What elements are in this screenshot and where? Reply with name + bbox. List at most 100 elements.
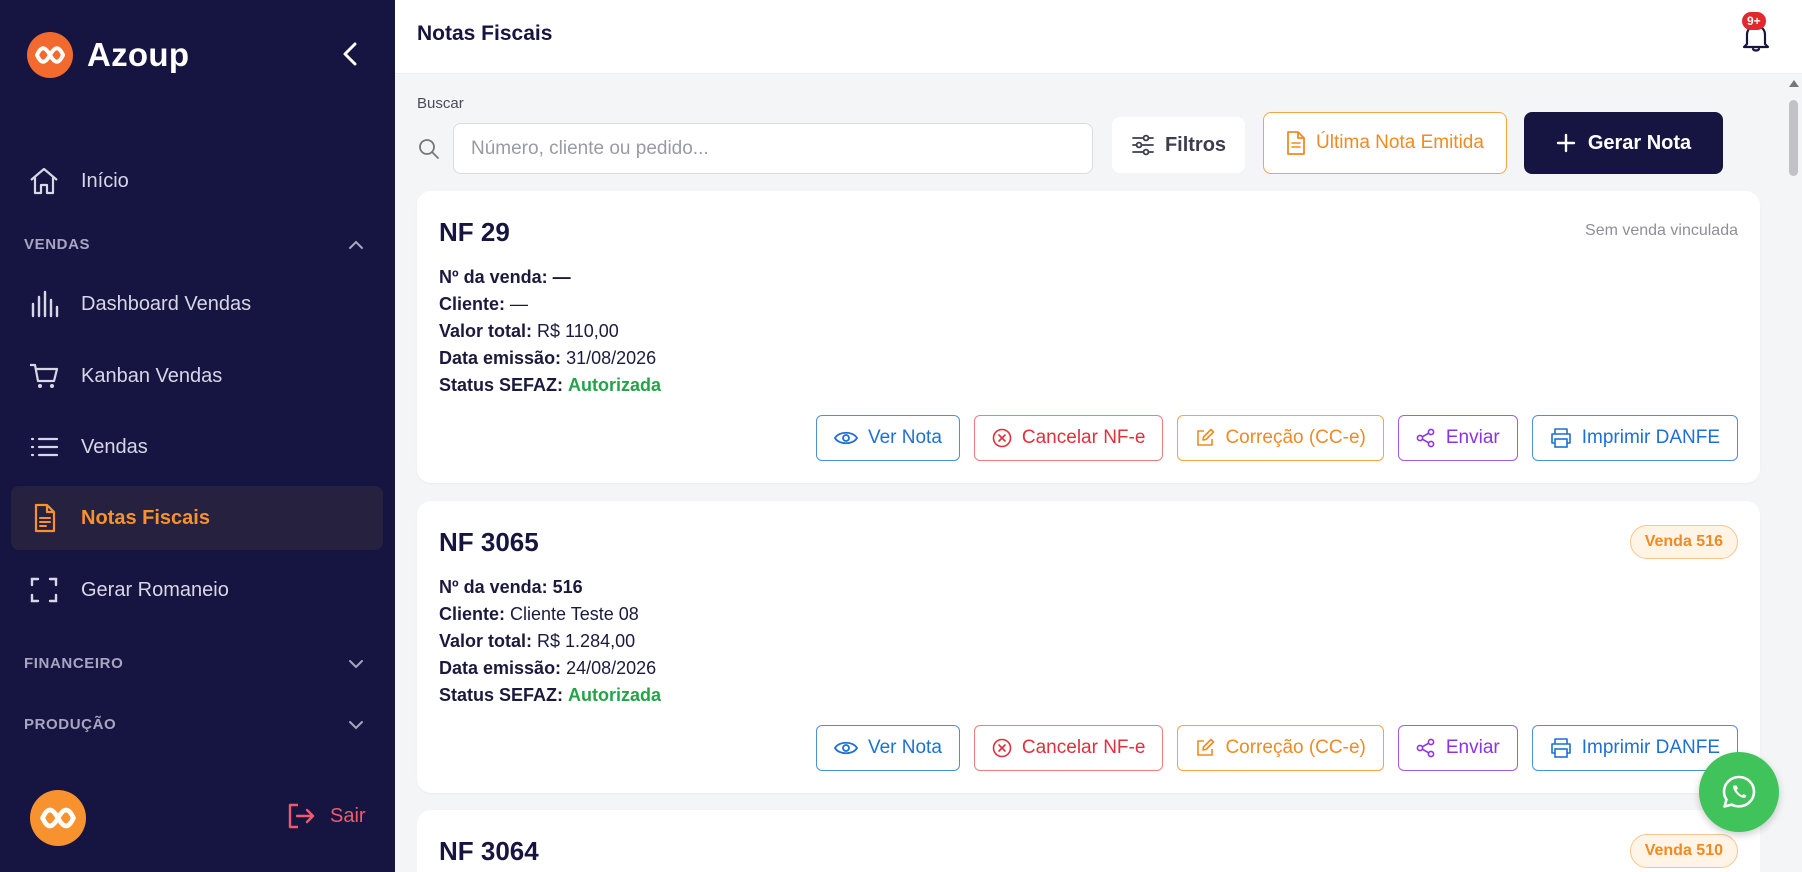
sidebar-item-gerar-romaneio[interactable]: Gerar Romaneio xyxy=(11,558,383,622)
user-avatar[interactable] xyxy=(30,790,86,846)
invoice-card: NF 3064 Venda 510 xyxy=(417,810,1760,872)
sidebar-item-kanban-vendas[interactable]: Kanban Vendas xyxy=(11,344,383,408)
sidebar-item-label: Kanban Vendas xyxy=(81,364,223,387)
field-sale-no: Nº da venda: 516 xyxy=(439,577,583,597)
section-producao[interactable]: PRODUÇÃO xyxy=(24,716,364,733)
eye-icon xyxy=(833,431,858,445)
document-icon xyxy=(28,502,60,534)
view-note-button[interactable]: Ver Nota xyxy=(815,725,960,771)
field-issue-date: Data emissão: 31/08/2026 xyxy=(439,348,657,368)
printer-icon xyxy=(1550,428,1571,448)
list-icon xyxy=(28,431,60,463)
search-label: Buscar xyxy=(417,95,464,112)
status-badge: Autorizada xyxy=(568,685,662,705)
chevron-down-icon xyxy=(349,720,363,729)
share-icon xyxy=(1416,428,1435,448)
sidebar: Azoup Início VENDAS Dashboard Vendas Kan… xyxy=(0,0,395,872)
sidebar-item-vendas[interactable]: Vendas xyxy=(11,415,383,479)
edit-icon xyxy=(1197,738,1215,756)
invoice-actions: Ver Nota Cancelar NF-e Correção (CC-e) E… xyxy=(815,725,1738,771)
last-note-label: Última Nota Emitida xyxy=(1316,132,1484,153)
brand-logo-icon xyxy=(27,32,73,78)
field-total: Valor total: R$ 110,00 xyxy=(439,321,619,341)
search-icon xyxy=(417,137,441,166)
sliders-icon xyxy=(1132,134,1154,156)
chevron-left-icon xyxy=(343,42,357,66)
sale-link-badge[interactable]: Venda 510 xyxy=(1629,834,1738,868)
send-button[interactable]: Enviar xyxy=(1397,725,1518,771)
scrollbar-thumb[interactable] xyxy=(1789,100,1798,176)
sidebar-item-dashboard-vendas[interactable]: Dashboard Vendas xyxy=(11,272,383,336)
sidebar-item-notas-fiscais[interactable]: Notas Fiscais xyxy=(11,486,383,550)
section-label: PRODUÇÃO xyxy=(24,716,117,733)
chevron-up-icon xyxy=(349,240,363,249)
plus-icon xyxy=(1556,133,1576,153)
whatsapp-button[interactable] xyxy=(1699,752,1779,832)
sidebar-item-inicio[interactable]: Início xyxy=(11,149,383,213)
field-client: Cliente: Cliente Teste 08 xyxy=(439,604,639,624)
brand-name: Azoup xyxy=(87,36,190,73)
printer-icon xyxy=(1550,738,1571,758)
send-button[interactable]: Enviar xyxy=(1397,415,1518,461)
logout-label: Sair xyxy=(330,804,366,827)
invoice-title: NF 3065 xyxy=(439,527,539,557)
x-circle-icon xyxy=(992,738,1012,758)
sidebar-item-label: Notas Fiscais xyxy=(81,506,210,529)
scroll-up-arrow-icon[interactable] xyxy=(1789,80,1799,87)
search-input[interactable] xyxy=(453,123,1093,174)
correction-button[interactable]: Correção (CC-e) xyxy=(1177,725,1384,771)
eye-icon xyxy=(833,741,858,755)
brand[interactable]: Azoup xyxy=(27,32,189,78)
section-financeiro[interactable]: FINANCEIRO xyxy=(24,655,364,672)
cancel-nfe-button[interactable]: Cancelar NF-e xyxy=(973,415,1164,461)
print-danfe-button[interactable]: Imprimir DANFE xyxy=(1531,415,1738,461)
x-circle-icon xyxy=(992,428,1012,448)
document-icon xyxy=(1287,131,1305,155)
topbar: Notas Fiscais 9+ xyxy=(395,0,1802,74)
sale-link-badge[interactable]: Venda 516 xyxy=(1629,525,1738,559)
sidebar-item-label: Início xyxy=(81,169,129,192)
field-sale-no: Nº da venda: — xyxy=(439,267,571,287)
notifications-badge: 9+ xyxy=(1742,12,1766,30)
filters-label: Filtros xyxy=(1164,133,1227,156)
bar-chart-icon xyxy=(28,288,60,320)
field-issue-date: Data emissão: 24/08/2026 xyxy=(439,658,657,678)
invoice-card: NF 3065 Venda 516 Nº da venda: 516 Clien… xyxy=(417,501,1760,793)
home-icon xyxy=(28,165,60,197)
sidebar-item-label: Vendas xyxy=(81,435,148,458)
page-title: Notas Fiscais xyxy=(417,22,553,45)
edit-icon xyxy=(1197,428,1215,446)
field-client: Cliente: — xyxy=(439,294,529,314)
collapse-sidebar-button[interactable] xyxy=(336,40,364,68)
share-icon xyxy=(1416,738,1435,758)
sidebar-item-label: Gerar Romaneio xyxy=(81,578,229,601)
print-danfe-button[interactable]: Imprimir DANFE xyxy=(1531,725,1738,771)
chevron-down-icon xyxy=(349,659,363,668)
cancel-nfe-button[interactable]: Cancelar NF-e xyxy=(973,725,1164,771)
filters-button[interactable]: Filtros xyxy=(1112,117,1245,173)
last-note-button[interactable]: Última Nota Emitida xyxy=(1263,112,1507,174)
field-status: Status SEFAZ: Autorizada xyxy=(439,375,662,395)
correction-button[interactable]: Correção (CC-e) xyxy=(1177,415,1384,461)
invoice-title: NF 3064 xyxy=(439,836,539,866)
invoice-card: NF 29 Sem venda vinculada Nº da venda: —… xyxy=(417,191,1760,483)
status-badge: Autorizada xyxy=(568,375,662,395)
view-note-button[interactable]: Ver Nota xyxy=(815,415,960,461)
logout-icon xyxy=(288,803,315,829)
whatsapp-icon xyxy=(1722,775,1756,808)
field-status: Status SEFAZ: Autorizada xyxy=(439,685,662,705)
section-label: VENDAS xyxy=(24,236,91,253)
invoice-actions: Ver Nota Cancelar NF-e Correção (CC-e) E… xyxy=(815,415,1738,461)
invoice-tag: Sem venda vinculada xyxy=(1585,222,1738,239)
scrollbar[interactable] xyxy=(1785,78,1802,872)
generate-note-button[interactable]: Gerar Nota xyxy=(1524,112,1723,174)
cart-icon xyxy=(28,360,60,392)
field-total: Valor total: R$ 1.284,00 xyxy=(439,631,636,651)
section-vendas[interactable]: VENDAS xyxy=(24,236,364,253)
logout-button[interactable]: Sair xyxy=(286,802,366,830)
logo-icon xyxy=(40,807,76,829)
scan-icon xyxy=(28,574,60,606)
section-label: FINANCEIRO xyxy=(24,655,124,672)
sidebar-item-label: Dashboard Vendas xyxy=(81,292,252,315)
generate-note-label: Gerar Nota xyxy=(1587,131,1692,154)
